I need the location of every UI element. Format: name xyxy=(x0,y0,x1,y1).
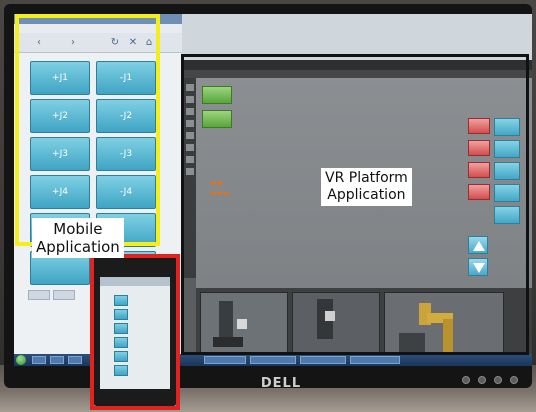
footer-button[interactable] xyxy=(28,290,50,300)
taskbar-window-button[interactable] xyxy=(204,356,246,364)
mobile-app-footer-buttons xyxy=(28,290,75,300)
mobile-app-highlight-box xyxy=(15,14,160,246)
taskbar-app-icon[interactable] xyxy=(68,356,82,364)
monitor-power-button xyxy=(462,376,470,384)
monitor-brand-logo: DELL xyxy=(260,376,302,391)
taskbar-app-icon[interactable] xyxy=(32,356,46,364)
taskbar-window-button[interactable] xyxy=(300,356,346,364)
monitor-menu-button xyxy=(494,376,502,384)
mobile-label-line-2: Application xyxy=(36,238,120,256)
taskbar-app-icon[interactable] xyxy=(50,356,64,364)
monitor-menu-button xyxy=(510,376,518,384)
mobile-application-label: Mobile Application xyxy=(32,218,124,258)
footer-button[interactable] xyxy=(53,290,75,300)
monitor-menu-button xyxy=(478,376,486,384)
start-button-icon[interactable] xyxy=(16,355,26,365)
mobile-label-line-1: Mobile xyxy=(53,220,103,238)
taskbar-window-button[interactable] xyxy=(350,356,400,364)
taskbar-window-button[interactable] xyxy=(250,356,296,364)
phone-highlight-box xyxy=(90,254,180,410)
vr-platform-highlight-box xyxy=(181,54,529,355)
